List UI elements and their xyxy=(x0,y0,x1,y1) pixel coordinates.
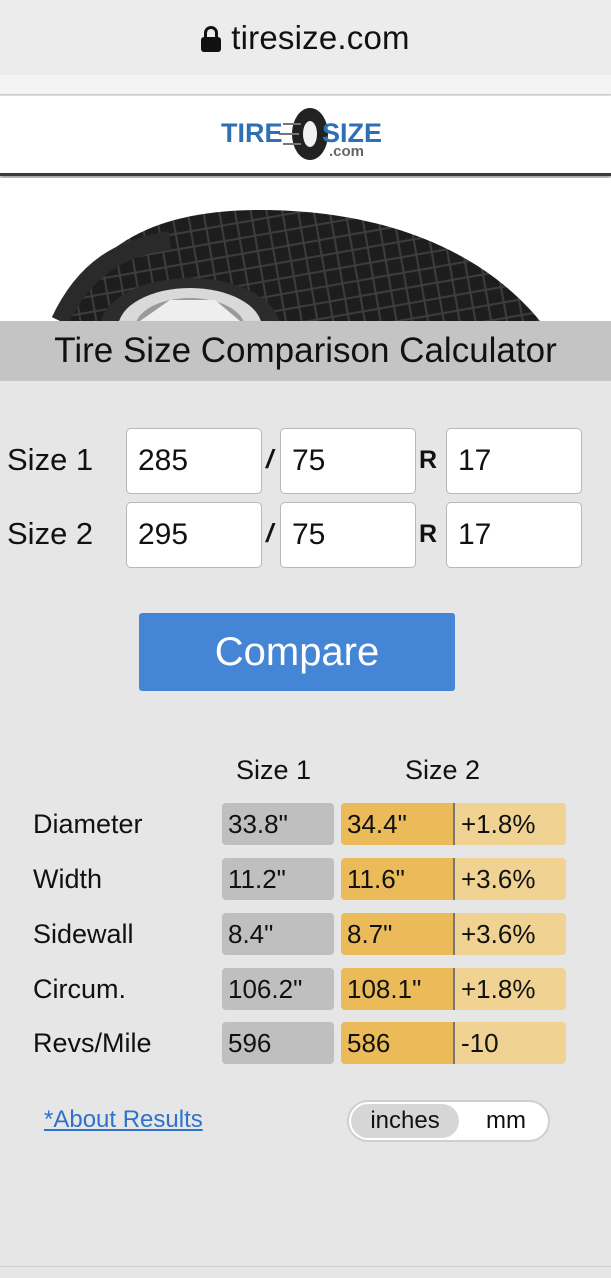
result-label: Width xyxy=(33,864,103,894)
result-diff-value: +3.6% xyxy=(453,858,566,900)
bottom-divider xyxy=(0,1266,611,1267)
result-size1-value: 106.2" xyxy=(222,968,334,1010)
result-size2-value: 34.4" xyxy=(341,803,453,845)
unit-mm-option[interactable]: mm xyxy=(464,1104,548,1138)
result-size1-value: 596 xyxy=(222,1022,334,1064)
size2-r-label: R xyxy=(419,520,438,548)
result-size2-value: 8.7" xyxy=(341,913,453,955)
url-text[interactable]: tiresize.com xyxy=(231,19,409,57)
results-col-size2: Size 2 xyxy=(405,755,481,785)
size1-row: Size 1 / R xyxy=(0,428,611,494)
unit-toggle[interactable]: inches mm xyxy=(347,1100,550,1142)
size2-row: Size 2 / R xyxy=(0,502,611,568)
table-row: Diameter 33.8" 34.4" +1.8% xyxy=(0,803,611,845)
lock-icon xyxy=(201,25,222,52)
svg-text:TIRE: TIRE xyxy=(221,118,283,148)
size1-r-label: R xyxy=(419,446,438,474)
result-size1-value: 8.4" xyxy=(222,913,334,955)
unit-inches-option[interactable]: inches xyxy=(351,1104,459,1138)
site-header: TIRE SIZE .com xyxy=(0,96,611,176)
size2-label: Size 2 xyxy=(7,516,94,551)
calculator-title-band: Tire Size Comparison Calculator xyxy=(0,321,611,381)
result-size2-value: 11.6" xyxy=(341,858,453,900)
browser-gap xyxy=(0,75,611,95)
result-label: Revs/Mile xyxy=(33,1028,152,1058)
result-size2-value: 586 xyxy=(341,1022,453,1064)
hero-tire-image xyxy=(0,178,611,321)
result-diff-value: +1.8% xyxy=(453,968,566,1010)
table-row: Circum. 106.2" 108.1" +1.8% xyxy=(0,968,611,1010)
size1-aspect-input[interactable] xyxy=(280,428,416,494)
compare-button[interactable]: Compare xyxy=(139,613,455,691)
size2-width-input[interactable] xyxy=(126,502,262,568)
page-title: Tire Size Comparison Calculator xyxy=(54,331,557,370)
result-diff-value: -10 xyxy=(453,1022,566,1064)
size2-slash: / xyxy=(266,518,274,548)
table-row: Revs/Mile 596 586 -10 xyxy=(0,1022,611,1064)
table-row: Width 11.2" 11.6" +3.6% xyxy=(0,858,611,900)
svg-text:.com: .com xyxy=(329,143,364,160)
size1-rim-input[interactable] xyxy=(446,428,582,494)
result-size2-value: 108.1" xyxy=(341,968,453,1010)
result-label: Diameter xyxy=(33,809,143,839)
result-label: Circum. xyxy=(33,974,126,1004)
about-results-link[interactable]: *About Results xyxy=(44,1106,203,1134)
tiresize-logo[interactable]: TIRE SIZE .com xyxy=(221,104,391,166)
result-size1-value: 11.2" xyxy=(222,858,334,900)
results-col-size1: Size 1 xyxy=(236,755,312,785)
size2-aspect-input[interactable] xyxy=(280,502,416,568)
size2-rim-input[interactable] xyxy=(446,502,582,568)
size1-label: Size 1 xyxy=(7,442,94,477)
result-diff-value: +1.8% xyxy=(453,803,566,845)
browser-address-bar[interactable]: tiresize.com xyxy=(0,0,611,75)
result-diff-value: +3.6% xyxy=(453,913,566,955)
size1-slash: / xyxy=(266,444,274,474)
result-size1-value: 33.8" xyxy=(222,803,334,845)
result-label: Sidewall xyxy=(33,919,134,949)
size1-width-input[interactable] xyxy=(126,428,262,494)
table-row: Sidewall 8.4" 8.7" +3.6% xyxy=(0,913,611,955)
